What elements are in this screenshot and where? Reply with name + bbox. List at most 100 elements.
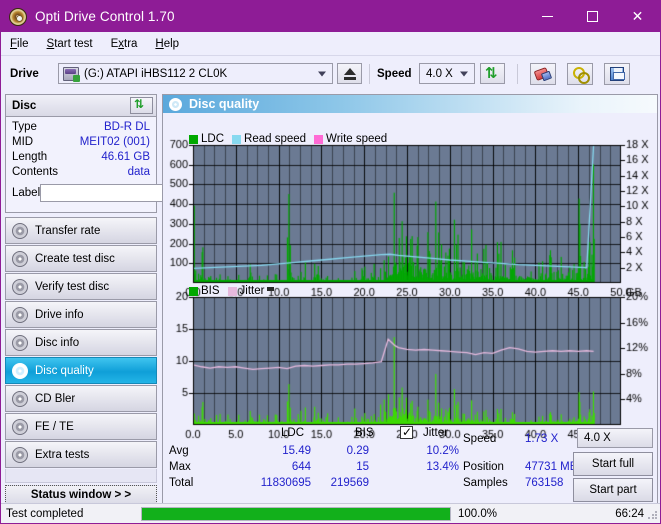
sidebar-item-label: Extra tests xyxy=(35,449,89,461)
sidebar-item-create-test-disc[interactable]: Create test disc xyxy=(5,245,157,272)
disc-label-key: Label xyxy=(12,187,40,199)
speed-stat-label: Speed xyxy=(463,433,496,445)
sidebar-item-drive-info[interactable]: Drive info xyxy=(5,301,157,328)
jitter-label: Jitter xyxy=(423,427,448,439)
drive-select-value: (G:) ATAPI iHBS112 2 CL0K xyxy=(84,68,227,80)
sidebar-item-label: Disc info xyxy=(35,337,79,349)
minimize-button[interactable] xyxy=(525,1,570,32)
disc-icon xyxy=(12,447,28,463)
speed-select-value: 4.0 X xyxy=(426,68,453,80)
disc-refresh-button[interactable]: ⇅ xyxy=(130,97,153,114)
title-bar: Opti Drive Control 1.70 ✕ xyxy=(1,1,660,32)
stats-col-ldc: LDC xyxy=(281,427,304,439)
close-button[interactable]: ✕ xyxy=(615,1,660,32)
resize-grip-icon[interactable] xyxy=(647,510,657,520)
drive-select[interactable]: (G:) ATAPI iHBS112 2 CL0K xyxy=(58,63,333,84)
disc-icon xyxy=(12,223,28,239)
menu-help[interactable]: Help xyxy=(146,35,188,53)
chevron-down-icon xyxy=(318,71,326,76)
menu-extra[interactable]: Extra xyxy=(102,35,147,53)
app-disc-icon xyxy=(9,8,27,26)
sidebar-item-fe-te[interactable]: FE / TE xyxy=(5,413,157,440)
sidebar-item-label: Drive info xyxy=(35,309,84,321)
sidebar-item-verify-test-disc[interactable]: Verify test disc xyxy=(5,273,157,300)
rescan-button[interactable]: ⇅ xyxy=(480,63,505,84)
stats-total-ldc: 11830695 xyxy=(225,477,311,489)
status-window-label: Status window > > xyxy=(31,489,131,501)
progress-percent: 100.0% xyxy=(451,508,537,520)
sidebar-item-label: Disc quality xyxy=(35,365,94,377)
start-part-label: Start part xyxy=(589,484,636,496)
disc-row-key: MID xyxy=(12,135,33,150)
disc-label-row: Label xyxy=(12,183,150,202)
disc-icon xyxy=(12,391,28,407)
link-button[interactable] xyxy=(567,63,593,85)
disc-quality-panel: Disc quality LDC Read speed Write speed xyxy=(162,94,658,504)
chevron-down-icon xyxy=(460,71,468,76)
stats-area: LDC BIS Jitter Avg 15.49 0.29 10.2% Max … xyxy=(163,425,657,503)
disc-row-value: data xyxy=(128,165,150,180)
maximize-button[interactable] xyxy=(570,1,615,32)
start-full-label: Start full xyxy=(592,458,634,470)
disc-icon xyxy=(12,307,28,323)
sidebar-item-extra-tests[interactable]: Extra tests xyxy=(5,441,157,468)
eject-button[interactable] xyxy=(337,63,362,84)
panel-header: Disc quality xyxy=(163,95,657,113)
app-window: Opti Drive Control 1.70 ✕ File Start tes… xyxy=(0,0,661,524)
progress-bar xyxy=(141,507,451,521)
speed-select[interactable]: 4.0 X xyxy=(419,63,475,84)
disc-row-value: BD-R DL xyxy=(104,120,150,135)
stats-avg-bis: 0.29 xyxy=(319,445,369,457)
speed-stat-value: 1.73 X xyxy=(525,433,558,445)
speed-label: Speed xyxy=(377,68,419,80)
stats-col-bis: BIS xyxy=(355,427,374,439)
disc-row-value: 46.61 GB xyxy=(101,150,150,165)
minimize-icon xyxy=(542,16,553,17)
jitter-checkbox[interactable] xyxy=(400,426,413,439)
stats-max-ldc: 644 xyxy=(255,461,311,473)
sidebar-item-disc-info[interactable]: Disc info xyxy=(5,329,157,356)
disc-icon xyxy=(12,419,28,435)
menu-file[interactable]: File xyxy=(1,35,38,53)
menu-divider xyxy=(1,55,660,56)
test-speed-select[interactable]: 4.0 X xyxy=(577,428,653,448)
toolbar-divider-2 xyxy=(517,64,518,84)
stats-row-avg-label: Avg xyxy=(169,445,189,457)
optical-drive-icon xyxy=(63,67,79,81)
sidebar-item-transfer-rate[interactable]: Transfer rate xyxy=(5,217,157,244)
disc-row-key: Contents xyxy=(12,165,58,180)
ldc-plot-canvas xyxy=(163,131,657,301)
sidebar-item-disc-quality[interactable]: Disc quality xyxy=(5,357,157,384)
position-stat-label: Position xyxy=(463,461,504,473)
sidebar-item-label: Create test disc xyxy=(35,253,115,265)
status-window-button[interactable]: Status window > > xyxy=(5,485,157,504)
refresh-icon: ⇅ xyxy=(134,98,149,113)
progress-fill xyxy=(142,508,450,520)
start-part-button[interactable]: Start part xyxy=(573,478,653,502)
sidebar-item-label: CD Bler xyxy=(35,393,75,405)
disc-panel-title: Disc xyxy=(12,100,36,112)
start-full-button[interactable]: Start full xyxy=(573,452,653,476)
samples-stat-value: 763158 xyxy=(525,477,563,489)
window-title: Opti Drive Control 1.70 xyxy=(35,9,175,24)
window-buttons: ✕ xyxy=(525,1,660,32)
task-list: Transfer rate Create test disc Verify te… xyxy=(5,217,157,469)
maximize-icon xyxy=(587,11,598,22)
eject-icon xyxy=(343,68,357,80)
drive-label: Drive xyxy=(10,68,58,80)
bis-plot-canvas xyxy=(163,283,657,443)
disc-row-contents: Contents data xyxy=(12,165,150,180)
save-button[interactable] xyxy=(604,63,630,85)
disc-panel-header: Disc ⇅ xyxy=(6,95,156,117)
disc-row-value: MEIT02 (001) xyxy=(80,135,150,150)
disc-quality-icon xyxy=(169,98,182,111)
page-title: Disc quality xyxy=(189,97,259,111)
eraser-icon xyxy=(535,67,551,81)
disc-panel: Disc ⇅ Type BD-R DL MID MEIT02 (001) Len… xyxy=(5,94,157,213)
elapsed-time: 66:24 xyxy=(537,508,660,520)
sidebar-item-cd-bler[interactable]: CD Bler xyxy=(5,385,157,412)
menu-start-test[interactable]: Start test xyxy=(38,35,102,53)
erase-button[interactable] xyxy=(530,63,556,85)
disc-panel-rows: Type BD-R DL MID MEIT02 (001) Length 46.… xyxy=(6,117,156,202)
chain-icon xyxy=(572,67,588,81)
